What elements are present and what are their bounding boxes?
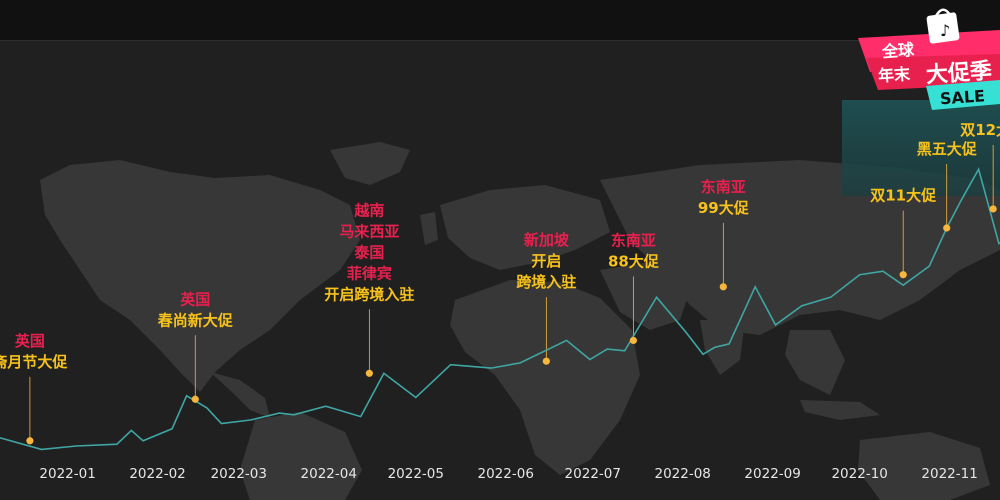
promo-badge: ♪ 全球 年末 大促季 SALE — [858, 8, 1000, 110]
badge-sale: SALE — [939, 86, 985, 108]
promo-badge-graphic: ♪ 全球 年末 大促季 SALE — [858, 8, 1000, 110]
badge-line2b: 大促季 — [925, 59, 993, 89]
badge-line2a: 年末 — [877, 64, 911, 85]
music-note-icon: ♪ — [940, 21, 950, 40]
chart-stage: 2022-01 2022-02 2022-03 2022-04 2022-05 2022-… — [0, 0, 1000, 500]
badge-line1: 全球 — [880, 40, 915, 61]
